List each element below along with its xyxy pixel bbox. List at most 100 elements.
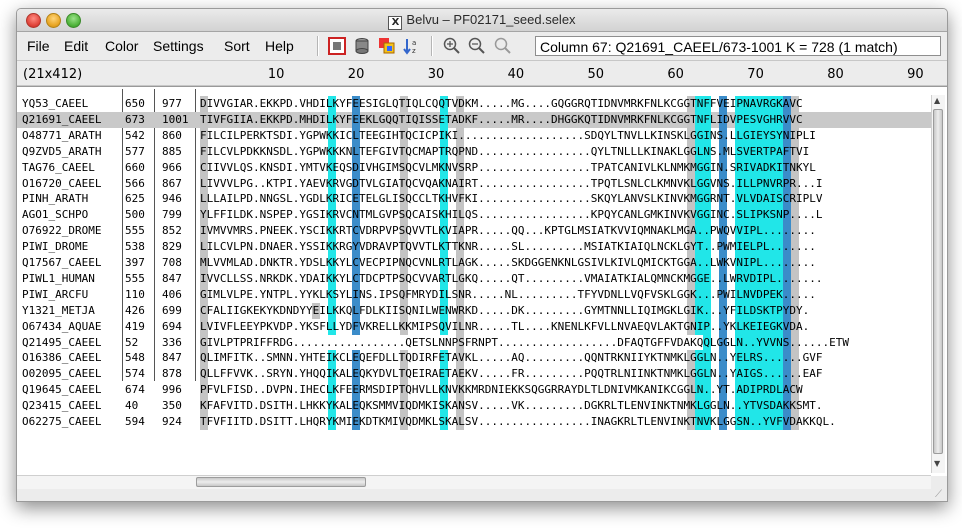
alignment-row[interactable]: O67434_AQUAE 419 694 LVIVFLEEYPKVDP.YKSFLLY… bbox=[17, 318, 931, 335]
sequence-residues[interactable]: GIMLVLPE.YNTPL.YYKLKSYLINS.IPSQFMRYDILSN… bbox=[200, 287, 931, 303]
sequence-end: 694 bbox=[162, 319, 182, 333]
alignment-row[interactable]: PIWI_DROME 538 829 LILCVLPN.DNAER.YSSIKKRGY… bbox=[17, 239, 931, 256]
sequence-name[interactable]: Q9ZVD5_ARATH bbox=[22, 144, 101, 160]
sequence-start: 625 bbox=[125, 192, 145, 206]
alignment-row[interactable]: TAG76_CAEEL 660 966 CIIVVLQS.KNSDI.YMTVKEQS… bbox=[17, 159, 931, 176]
sequence-residues[interactable]: LILCVLPN.DNAER.YSSIKKRGYVDRAVPTQVVTLKTTK… bbox=[200, 239, 931, 255]
vertical-scroll-thumb[interactable] bbox=[933, 109, 943, 454]
menu-settings[interactable]: Settings bbox=[153, 38, 204, 54]
sequence-residues[interactable]: MLVVMLAD.DNKTR.YDSLKKYLCVECPIPNQCVNLRTLA… bbox=[200, 255, 931, 271]
sequence-name[interactable]: Y1321_METJA bbox=[22, 303, 95, 319]
horizontal-scrollbar[interactable] bbox=[17, 475, 931, 489]
sequence-residues[interactable]: LIVVVLPG..KTPI.YAEVKRVGDTVLGIATQCVQAKNAI… bbox=[200, 176, 931, 192]
menu-help[interactable]: Help bbox=[265, 38, 294, 54]
sequence-residues[interactable]: DIVVGIAR.EKKPD.VHDILKYFEESIGLQTIQLCQQTVD… bbox=[200, 96, 931, 112]
colors-icon[interactable] bbox=[378, 37, 396, 55]
zoom-in-icon[interactable] bbox=[443, 37, 461, 55]
alignment-row[interactable]: O76922_DROME 555 852 IVMVVMRS.PNEEK.YSCIKKR… bbox=[17, 223, 931, 240]
sequence-name[interactable]: O16720_CAEEL bbox=[22, 176, 101, 192]
menu-sort[interactable]: Sort bbox=[224, 38, 250, 54]
sequence-residues[interactable]: KFAFVITD.DSITH.LHKKYKALEQKSMMVIQDMKISKAN… bbox=[200, 398, 931, 414]
sequence-end: 350 bbox=[162, 399, 182, 413]
alignment-row[interactable]: Y1321_METJA 426 699 CFALIIGKEKYKDNDYYEILKKQ… bbox=[17, 302, 931, 319]
ruler-tick: 20 bbox=[347, 67, 365, 82]
sequence-name[interactable]: Q17567_CAEEL bbox=[22, 255, 101, 271]
sequence-name[interactable]: O76922_DROME bbox=[22, 223, 101, 239]
sort-icon[interactable]: az bbox=[403, 37, 421, 55]
sequence-start: 555 bbox=[125, 224, 145, 238]
alignment-row[interactable]: O48771_ARATH 542 860 FILCILPERKTSDI.YGPWKKI… bbox=[17, 127, 931, 144]
sequence-name[interactable]: AGO1_SCHPO bbox=[22, 207, 88, 223]
sequence-residues[interactable]: QLLFFVVK..SRYN.YHQQIKALEQKYDVLTQEIRAETAE… bbox=[200, 366, 931, 382]
sequence-name[interactable]: PIWI_DROME bbox=[22, 239, 88, 255]
alignment-row[interactable]: YQ53_CAEEL 650 977 DIVVGIAR.EKKPD.VHDILKYFE… bbox=[17, 96, 931, 112]
menu-edit[interactable]: Edit bbox=[64, 38, 88, 54]
sequence-end: 996 bbox=[162, 383, 182, 397]
alignment-row[interactable]: O02095_CAEEL 574 878 QLLFFVVK..SRYN.YHQQIKA… bbox=[17, 366, 931, 383]
sequence-name[interactable]: Q21495_CAEEL bbox=[22, 335, 101, 351]
sequence-name[interactable]: O62275_CAEEL bbox=[22, 414, 101, 430]
toolbar-separator bbox=[317, 36, 319, 56]
alignment-row[interactable]: PINH_ARATH 625 946 LLLAILPD.NNGSL.YGDLKRICE… bbox=[17, 191, 931, 208]
sequence-residues[interactable]: CFALIIGKEKYKDNDYYEILKKQLFDLKIISQNILWENWR… bbox=[200, 303, 931, 319]
sequence-name[interactable]: Q19645_CAEEL bbox=[22, 382, 101, 398]
sequence-residues[interactable]: FILCILPERKTSDI.YGPWKKICLTEEGIHTQCICPIKI.… bbox=[200, 128, 931, 144]
sequence-residues[interactable]: GIVLPTPRIFFRDG.................QETSLNNPS… bbox=[200, 335, 931, 351]
sequence-residues[interactable]: LVIVFLEEYPKVDP.YKSFLLYDFVKRELLKKMIPSQVIL… bbox=[200, 319, 931, 335]
resize-grip-icon[interactable]: ⟋ bbox=[935, 489, 945, 500]
sequence-residues[interactable]: IVMVVMRS.PNEEK.YSCIKKRTCVDRPVPSQVVTLKVIA… bbox=[200, 223, 931, 239]
sequence-start: 52 bbox=[125, 335, 139, 349]
find-icon[interactable] bbox=[494, 37, 512, 55]
alignment-row[interactable]: Q21691_CAEEL 673 1001 TIVFGIIA.EKKPD.MHDILK… bbox=[17, 111, 931, 128]
sequence-name[interactable]: PIWL1_HUMAN bbox=[22, 271, 95, 287]
sequence-residues[interactable]: IVVCLLSS.NRKDK.YDAIKKYLCTDCPTPSQCVVARTLG… bbox=[200, 271, 931, 287]
alignment-row[interactable]: Q21495_CAEEL 52 336 GIVLPTPRIFFRDG.........… bbox=[17, 334, 931, 351]
tree-icon[interactable] bbox=[353, 37, 371, 55]
sequence-name[interactable]: YQ53_CAEEL bbox=[22, 96, 88, 112]
sequence-name[interactable]: O02095_CAEEL bbox=[22, 366, 101, 382]
vertical-scrollbar[interactable]: ▲ ▼ bbox=[931, 95, 945, 473]
sequence-name[interactable]: Q21691_CAEEL bbox=[22, 112, 101, 128]
alignment-row[interactable]: O16386_CAEEL 548 847 QLIMFITK..SMNN.YHTEIKC… bbox=[17, 350, 931, 367]
zoom-out-icon[interactable] bbox=[468, 37, 486, 55]
sequence-start: 650 bbox=[125, 97, 145, 110]
menu-file[interactable]: File bbox=[27, 38, 50, 54]
scroll-up-icon[interactable]: ▲ bbox=[934, 96, 940, 105]
menu-color[interactable]: Color bbox=[105, 38, 138, 54]
sequence-name[interactable]: O16386_CAEEL bbox=[22, 350, 101, 366]
sequence-residues[interactable]: QLIMFITK..SMNN.YHTEIKCLEQEFDLLTQDIRFETAV… bbox=[200, 350, 931, 366]
alignment-row[interactable]: Q23415_CAEEL 40 350 KFAFVITD.DSITH.LHKKYKAL… bbox=[17, 398, 931, 415]
sequence-residues[interactable]: PFVLFISD..DVPN.IHECLKFEERMSDIPTQHVLLKNVK… bbox=[200, 382, 931, 398]
alignment-row[interactable]: Q9ZVD5_ARATH 577 885 FILCVLPDKKNSDL.YGPWKKK… bbox=[17, 143, 931, 160]
scroll-down-icon[interactable]: ▼ bbox=[934, 459, 940, 468]
sequence-name[interactable]: PINH_ARATH bbox=[22, 191, 88, 207]
toolbar-separator bbox=[431, 36, 433, 56]
sequence-residues[interactable]: YLFFILDK.NSPEP.YGSIKRVCNTMLGVPSQCAISKHIL… bbox=[200, 207, 931, 223]
alignment-row[interactable]: PIWI_ARCFU 110 406 GIMLVLPE.YNTPL.YYKLKSYLI… bbox=[17, 286, 931, 303]
sequence-residues[interactable]: TIVFGIIA.EKKPD.MHDILKYFEEKLGQQTIQISSETAD… bbox=[200, 112, 931, 128]
sequence-start: 548 bbox=[125, 351, 145, 365]
sequence-name[interactable]: PIWI_ARCFU bbox=[22, 287, 88, 303]
alignment-row[interactable]: O62275_CAEEL 594 924 TFVFIITD.DSITT.LHQRYKM… bbox=[17, 414, 931, 430]
sequence-end: 924 bbox=[162, 415, 182, 428]
alignment-row[interactable]: AGO1_SCHPO 500 799 YLFFILDK.NSPEP.YGSIKRVCN… bbox=[17, 207, 931, 224]
sequence-name[interactable]: TAG76_CAEEL bbox=[22, 160, 95, 176]
x11-app-icon: X bbox=[388, 16, 403, 30]
sequence-residues[interactable]: TFVFIITD.DSITT.LHQRYKMIEKDTKMIVQDMKLSKAL… bbox=[200, 414, 931, 430]
sequence-name[interactable]: O48771_ARATH bbox=[22, 128, 101, 144]
alignment-row[interactable]: Q17567_CAEEL 397 708 MLVVMLAD.DNKTR.YDSLKKY… bbox=[17, 255, 931, 271]
sequence-name[interactable]: O67434_AQUAE bbox=[22, 319, 101, 335]
alignment-row[interactable]: PIWL1_HUMAN 555 847 IVVCLLSS.NRKDK.YDAIKKYL… bbox=[17, 270, 931, 287]
sequence-start: 574 bbox=[125, 367, 145, 381]
sequence-residues[interactable]: FILCVLPDKKNSDL.YGPWKKKNLTEFGIVTQCMAPTRQP… bbox=[200, 144, 931, 160]
alignment-row[interactable]: Q19645_CAEEL 674 996 PFVLFISD..DVPN.IHECLKF… bbox=[17, 382, 931, 399]
conservation-plot-icon[interactable] bbox=[328, 37, 346, 55]
alignment-row[interactable]: O16720_CAEEL 566 867 LIVVVLPG..KTPI.YAEVKRV… bbox=[17, 175, 931, 192]
menu-bar: File Edit Color Settings Sort Help az Co… bbox=[17, 32, 947, 61]
sequence-name[interactable]: Q23415_CAEEL bbox=[22, 398, 101, 414]
horizontal-scroll-thumb[interactable] bbox=[196, 477, 366, 487]
sequence-residues[interactable]: CIIVVLQS.KNSDI.YMTVKEQSDIVHGIMSQCVLMKNVS… bbox=[200, 160, 931, 176]
ruler-tick: 30 bbox=[427, 67, 445, 82]
alignment-pane[interactable]: YQ53_CAEEL 650 977 DIVVGIAR.EKKPD.VHDILKYFE… bbox=[17, 86, 947, 476]
sequence-residues[interactable]: LLLAILPD.NNGSL.YGDLKRICETELGLISQCCLTKHVF… bbox=[200, 191, 931, 207]
